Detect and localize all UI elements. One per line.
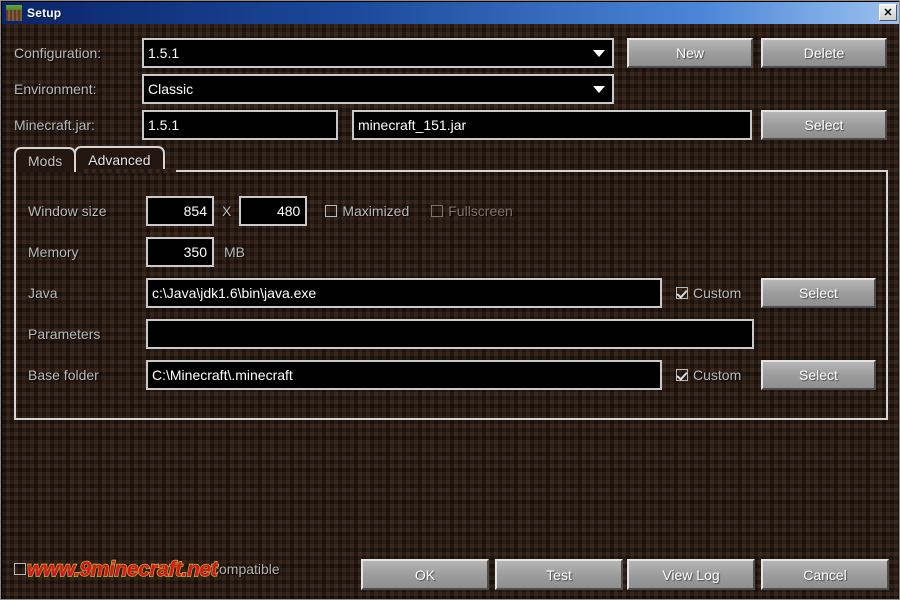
memory-value: 350 (183, 244, 207, 260)
window-width-input[interactable]: 854 (146, 196, 214, 226)
window-height-input[interactable]: 480 (239, 196, 308, 226)
view-log-button[interactable]: View Log (627, 559, 755, 590)
configuration-select[interactable]: 1.5.1 (142, 38, 614, 68)
minecraft-jar-row: Minecraft.jar: 1.5.1 (14, 110, 338, 140)
java-custom-label: Custom (693, 285, 742, 301)
minecraft-jar-select-button[interactable]: Select (761, 110, 887, 140)
environment-label: Environment: (14, 81, 97, 97)
window-size-label: Window size (28, 203, 107, 219)
window-body: Configuration: 1.5.1 New Delete Environm… (2, 24, 899, 599)
ok-button[interactable]: OK (361, 559, 489, 590)
base-folder-custom-checkbox[interactable]: Custom (676, 367, 741, 383)
advanced-panel: Window size 854 X 480 Maximized Fullscre… (14, 170, 888, 420)
memory-unit-label: MB (224, 244, 245, 260)
checkbox-box (676, 369, 688, 381)
watermark-group: www.9minecraft.net compatible (14, 557, 280, 582)
minecraft-jar-file-input[interactable]: minecraft_151.jar (352, 110, 752, 140)
checkbox-box (431, 205, 444, 217)
fullscreen-checkbox[interactable]: Fullscreen (431, 203, 513, 219)
environment-value: Classic (148, 81, 194, 97)
window-width-value: 854 (183, 203, 207, 219)
base-folder-row: Base folder C:\Minecraft\.minecraft Cust… (28, 360, 741, 390)
watermark-checkbox[interactable] (14, 563, 26, 575)
environment-select[interactable]: Classic (142, 74, 614, 104)
tab-mods[interactable]: Mods (14, 147, 77, 172)
configuration-value: 1.5.1 (148, 45, 180, 61)
compatible-label: compatible (212, 561, 280, 577)
memory-input[interactable]: 350 (146, 237, 214, 267)
base-folder-input[interactable]: C:\Minecraft\.minecraft (146, 360, 662, 390)
watermark-label: www.9minecraft.net (26, 557, 218, 581)
minecraft-jar-version-value: 1.5.1 (148, 117, 180, 133)
test-button[interactable]: Test (495, 559, 623, 590)
configuration-label: Configuration: (14, 45, 102, 61)
parameters-input[interactable] (146, 319, 754, 349)
java-row: Java c:\Java\jdk1.6\bin\java.exe Custom (28, 278, 741, 308)
java-path-value: c:\Java\jdk1.6\bin\java.exe (152, 285, 317, 301)
environment-row: Environment: Classic (14, 74, 614, 104)
parameters-label: Parameters (28, 326, 101, 342)
minecraft-jar-label: Minecraft.jar: (14, 117, 95, 133)
fullscreen-label: Fullscreen (448, 203, 513, 219)
window-title: Setup (27, 6, 62, 20)
parameters-row: Parameters (28, 319, 754, 349)
memory-row: Memory 350 MB (28, 237, 245, 267)
minecraft-jar-file-value: minecraft_151.jar (358, 117, 467, 133)
setup-window: Setup ✕ Configuration: 1.5.1 New Delete … (0, 0, 900, 600)
close-icon[interactable]: ✕ (879, 4, 897, 21)
java-label: Java (28, 285, 58, 301)
grass-block-icon (6, 5, 22, 21)
maximized-checkbox[interactable]: Maximized (325, 203, 409, 219)
chevron-down-icon (593, 86, 605, 93)
configuration-row: Configuration: 1.5.1 (14, 38, 614, 68)
tab-seam (80, 169, 176, 173)
memory-label: Memory (28, 244, 79, 260)
checkbox-box (325, 205, 338, 217)
base-folder-custom-label: Custom (693, 367, 742, 383)
minecraft-jar-version-input[interactable]: 1.5.1 (142, 110, 338, 140)
new-configuration-button[interactable]: New (627, 38, 753, 68)
cancel-button[interactable]: Cancel (761, 559, 889, 590)
base-folder-select-button[interactable]: Select (761, 360, 876, 390)
title-bar[interactable]: Setup ✕ (2, 2, 899, 24)
delete-configuration-button[interactable]: Delete (761, 38, 887, 68)
base-folder-label: Base folder (28, 367, 99, 383)
window-size-separator: X (222, 203, 232, 219)
java-custom-checkbox[interactable]: Custom (676, 285, 741, 301)
java-select-button[interactable]: Select (761, 278, 876, 308)
java-path-input[interactable]: c:\Java\jdk1.6\bin\java.exe (146, 278, 662, 308)
window-height-value: 480 (276, 203, 301, 219)
chevron-down-icon (593, 50, 605, 57)
base-folder-value: C:\Minecraft\.minecraft (152, 367, 293, 383)
maximized-label: Maximized (342, 203, 410, 219)
checkbox-box (676, 287, 688, 299)
window-size-row: Window size 854 X 480 Maximized Fullscre… (28, 196, 513, 226)
